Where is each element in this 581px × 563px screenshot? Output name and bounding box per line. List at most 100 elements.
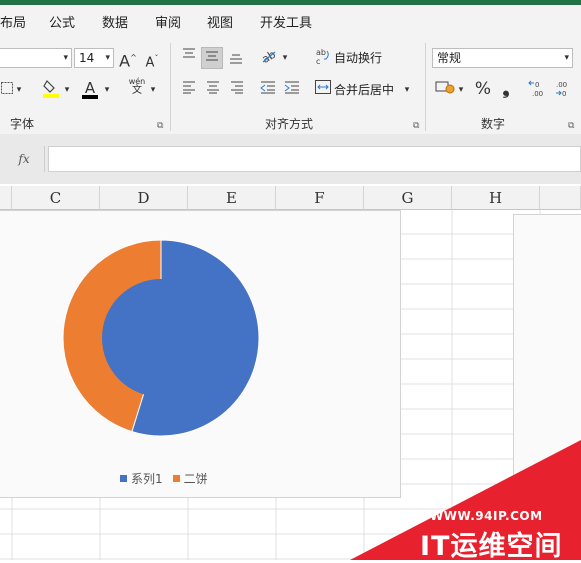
pie-chart[interactable] [0,211,401,499]
number-format-dropdown[interactable]: 常规 ▾ [432,48,573,68]
decrease-indent-button[interactable] [259,79,277,101]
increase-decimal-icon: 0.00 [528,80,543,98]
chevron-down-icon: ▾ [458,85,464,95]
chevron-down-icon: ▾ [564,53,569,63]
wrap-text-icon-btn[interactable]: ab c [314,47,332,69]
chevron-down-icon: ▾ [63,53,68,63]
insert-function-button[interactable]: fx [10,147,38,171]
increase-indent-button[interactable] [283,79,301,101]
decrease-indent-icon [260,81,275,94]
align-bottom-button[interactable] [227,49,245,71]
formula-input[interactable] [48,146,581,172]
svg-text:c: c [316,57,320,65]
shrink-font-button[interactable]: Aˇ [142,48,162,70]
svg-text:.00: .00 [556,81,567,89]
chevron-down-icon: ▾ [104,85,110,95]
tab-data[interactable]: 数据 [102,12,128,31]
ribbon-tabs: 布局 公式 数据 审阅 视图 开发工具 [0,5,581,37]
chevron-down-icon: ▾ [150,85,156,95]
wrap-text-icon: abc [316,48,329,66]
ribbon: ▾ 14 ▾ A^ Aˇ ▾ ▾ A ▾ wén 文 ▾ 字体 ⧉ ab ▾ a… [0,37,581,135]
chevron-down-icon: ▾ [105,53,110,63]
merge-center-dropdown[interactable]: ▾ [402,79,412,101]
align-left-icon [183,81,195,94]
decrease-decimal-icon: .000 [556,81,567,98]
column-header-g[interactable]: G [364,186,452,210]
column-header-e[interactable]: E [188,186,276,210]
inner-pie[interactable] [102,279,220,397]
tab-review[interactable]: 审阅 [155,12,181,31]
watermark-url: WWW.94IP.COM [430,509,543,523]
formula-divider [44,146,45,172]
number-format-value: 常规 [437,51,462,65]
tab-layout[interactable]: 布局 [0,12,26,31]
align-bottom-icon [230,54,242,64]
borders-dropdown[interactable]: ▾ [14,79,24,101]
svg-text:.00: .00 [532,90,543,97]
column-header-f[interactable]: F [276,186,364,210]
font-size-dropdown[interactable]: 14 ▾ [74,48,114,68]
comma-style-button[interactable]: ❟ [498,78,514,100]
orientation-dropdown[interactable]: ▾ [280,47,290,69]
svg-text:0: 0 [535,81,539,89]
increase-decimal-button[interactable]: 0.00 [528,79,548,101]
percent-style-button[interactable]: % [472,78,494,100]
legend-label-series2: 二饼 [183,472,208,486]
font-color-button[interactable]: A [80,77,100,99]
fill-bucket-icon [43,80,59,98]
fill-color-dropdown[interactable]: ▾ [62,79,72,101]
grow-font-icon: A [119,51,131,71]
align-middle-icon [206,51,218,61]
align-right-icon [231,81,243,94]
chart-area[interactable] [0,210,401,498]
increase-indent-icon [284,81,299,94]
column-header-h[interactable]: H [452,186,540,210]
borders-icon [1,82,13,94]
merge-center-button[interactable]: 合并后居中 [334,79,394,101]
tab-view[interactable]: 视图 [207,12,233,31]
font-size-value: 14 [79,51,95,65]
merge-center-icon [315,80,331,94]
legend-swatch-series2 [172,475,180,482]
column-header-b[interactable] [0,186,12,210]
font-name-dropdown[interactable]: ▾ [0,48,72,68]
wrap-text-button[interactable]: 自动换行 [334,47,382,69]
legend-label-series1: 系列1 [131,472,163,486]
phonetic-guide-button[interactable]: wén 文 [126,77,148,99]
fill-color-button[interactable] [40,78,62,100]
column-header-c[interactable]: C [12,186,100,210]
accounting-dropdown[interactable]: ▾ [456,79,466,101]
font-dialog-launcher-icon[interactable]: ⧉ [157,121,163,131]
percent-icon: % [474,79,492,99]
svg-text:ab: ab [260,48,278,64]
align-left-button[interactable] [180,79,198,101]
column-header-i[interactable] [540,186,581,210]
chevron-down-icon: ▾ [64,85,70,95]
tab-developer[interactable]: 开发工具 [260,12,312,31]
chevron-down-icon: ▾ [282,53,288,63]
font-color-dropdown[interactable]: ▾ [102,79,112,101]
align-right-button[interactable] [228,79,246,101]
comma-icon: ❟ [502,78,510,99]
phonetic-dropdown[interactable]: ▾ [148,79,158,101]
chevron-down-icon: ▾ [404,85,410,95]
decrease-decimal-button[interactable]: .00 0 [555,79,575,101]
align-top-button[interactable] [180,45,198,67]
chart-legend[interactable]: 系列1 二饼 [120,470,208,487]
align-center-button[interactable] [204,79,222,101]
orientation-button[interactable]: ab [258,46,280,68]
group-divider [425,43,426,131]
text-orientation-icon: ab [260,48,278,66]
svg-text:ab: ab [316,48,326,57]
number-group-label: 数字 [481,117,506,131]
alignment-dialog-launcher-icon[interactable]: ⧉ [413,121,419,131]
align-middle-button[interactable] [201,47,223,69]
column-header-d[interactable]: D [100,186,188,210]
phonetic-char: 文 [132,85,142,96]
grow-font-button[interactable]: A^ [118,47,138,71]
borders-button[interactable] [0,79,14,101]
merge-center-icon-btn[interactable] [314,79,332,101]
number-dialog-launcher-icon[interactable]: ⧉ [568,121,574,131]
accounting-format-button[interactable] [434,79,456,101]
tab-formulas[interactable]: 公式 [49,12,75,31]
